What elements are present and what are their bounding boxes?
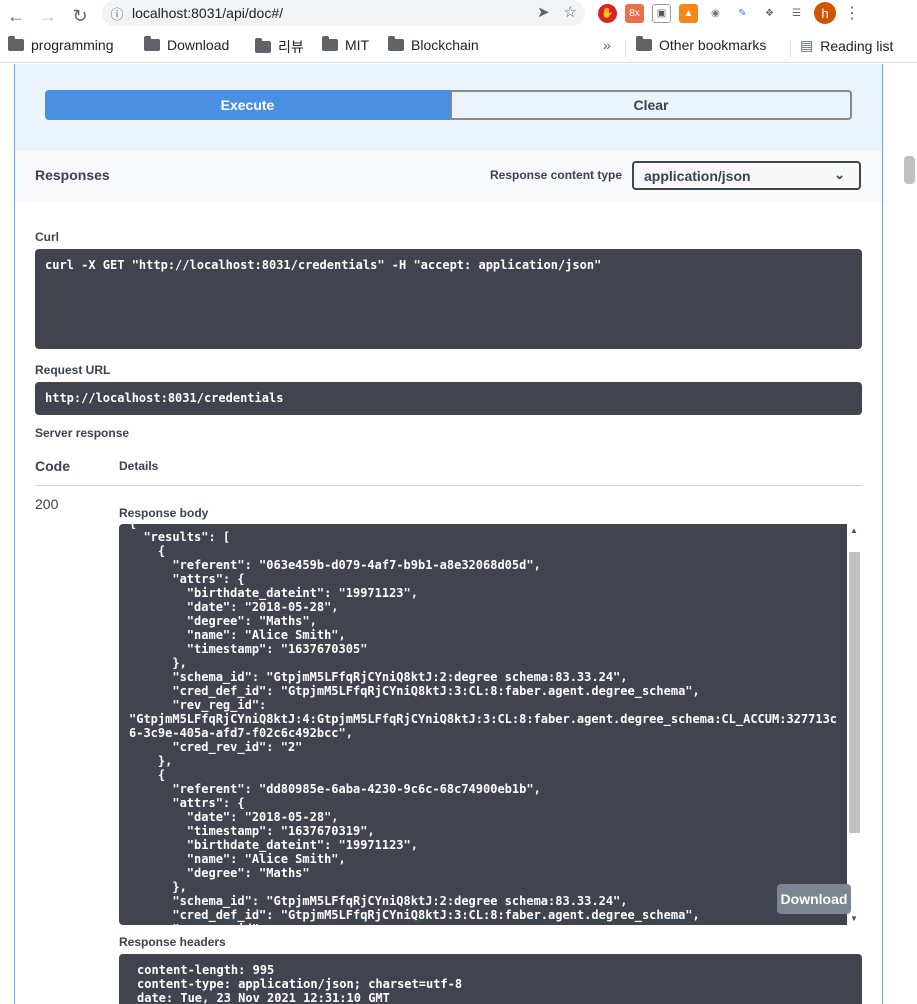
operation-block: Execute Clear Responses Response content… bbox=[14, 64, 883, 1004]
send-icon[interactable]: ➤ bbox=[537, 3, 550, 21]
bookmark-mit[interactable]: MIT bbox=[322, 36, 369, 53]
more-bookmarks-chevron-icon[interactable]: » bbox=[603, 37, 611, 53]
response-headers-label: Response headers bbox=[119, 935, 226, 949]
camera-icon[interactable]: ◉ bbox=[706, 3, 725, 23]
bookmark-programming[interactable]: programming bbox=[8, 36, 113, 53]
curl-command[interactable]: curl -X GET "http://localhost:8031/crede… bbox=[35, 249, 862, 349]
server-response-label: Server response bbox=[35, 426, 130, 440]
extension-icon[interactable]: 8x bbox=[625, 3, 644, 23]
folder-icon bbox=[636, 36, 652, 51]
highlighter-icon[interactable]: ✎ bbox=[733, 3, 752, 23]
star-icon[interactable]: ☆ bbox=[564, 3, 577, 21]
content-type-value: application/json bbox=[644, 167, 751, 184]
page-scroll-thumb[interactable] bbox=[904, 156, 915, 184]
folder-icon bbox=[8, 36, 24, 51]
bookmark-review[interactable]: 리뷰 bbox=[255, 37, 304, 57]
address-bar[interactable]: ⓘ localhost:8031/api/doc#/ ➤ ☆ bbox=[102, 0, 585, 26]
details-header: Details bbox=[119, 459, 159, 473]
download-button[interactable]: Download bbox=[777, 884, 851, 914]
response-body-text[interactable]: { "results": [ { "referent": "063e459b-d… bbox=[129, 524, 847, 925]
execute-button[interactable]: Execute bbox=[45, 90, 450, 120]
url-text[interactable]: localhost:8031/api/doc#/ bbox=[132, 5, 283, 21]
forward-icon[interactable]: → bbox=[32, 0, 64, 33]
responses-header: Responses Response content type applicat… bbox=[15, 150, 882, 202]
info-icon[interactable]: ⓘ bbox=[102, 4, 132, 23]
reload-icon[interactable]: ↻ bbox=[64, 0, 96, 33]
page-scrollbar[interactable] bbox=[902, 64, 917, 1004]
divider bbox=[625, 41, 626, 57]
metamask-icon[interactable]: ▲ bbox=[679, 3, 698, 23]
response-body-label: Response body bbox=[119, 506, 209, 520]
request-url-value[interactable]: http://localhost:8031/credentials bbox=[35, 382, 862, 415]
menu-icon[interactable]: ⋮ bbox=[844, 3, 860, 23]
response-table-header: Code Details bbox=[35, 454, 862, 486]
response-body[interactable]: { "results": [ { "referent": "063e459b-d… bbox=[119, 524, 847, 925]
response-body-scroll-thumb[interactable] bbox=[849, 552, 860, 833]
bookmark-download[interactable]: Download bbox=[144, 36, 229, 53]
screenshot-icon[interactable]: ▣ bbox=[652, 3, 671, 23]
content-type-select[interactable]: application/json ⌄ bbox=[632, 161, 861, 190]
response-headers-text: content-length: 995 content-type: applic… bbox=[137, 963, 463, 1004]
content-type-label: Response content type bbox=[490, 168, 623, 182]
chevron-down-icon: ⌄ bbox=[834, 167, 845, 182]
divider bbox=[790, 41, 791, 57]
folder-icon bbox=[322, 36, 338, 51]
folder-icon bbox=[388, 36, 404, 51]
profile-avatar[interactable]: h bbox=[814, 2, 836, 24]
folder-icon bbox=[255, 38, 271, 53]
bookmarks-bar: programming Download 리뷰 MIT Blockchain »… bbox=[0, 33, 917, 63]
back-icon[interactable]: ← bbox=[0, 0, 32, 33]
scroll-down-arrow-icon[interactable]: ▼ bbox=[850, 914, 858, 923]
response-headers[interactable]: content-length: 995 content-type: applic… bbox=[119, 954, 862, 1004]
browser-toolbar: ← → ↻ ⓘ localhost:8031/api/doc#/ ➤ ☆ ✋ 8… bbox=[0, 0, 917, 33]
swagger-page: Execute Clear Responses Response content… bbox=[0, 64, 917, 1004]
puzzle-icon[interactable]: ❖ bbox=[760, 3, 779, 23]
scroll-up-arrow-icon[interactable]: ▲ bbox=[850, 526, 858, 535]
request-url-label: Request URL bbox=[35, 363, 111, 377]
execute-wrapper: Execute Clear bbox=[45, 90, 852, 120]
response-code: 200 bbox=[35, 496, 59, 512]
media-icon[interactable]: ☰ bbox=[787, 3, 806, 23]
clear-button[interactable]: Clear bbox=[450, 90, 852, 120]
adblock-icon[interactable]: ✋ bbox=[598, 3, 617, 23]
code-header: Code bbox=[35, 458, 70, 474]
reading-list[interactable]: ▤ Reading list bbox=[800, 37, 893, 54]
responses-title: Responses bbox=[35, 167, 110, 183]
other-bookmarks[interactable]: Other bookmarks bbox=[636, 36, 766, 53]
bookmark-blockchain[interactable]: Blockchain bbox=[388, 36, 479, 53]
reading-list-icon: ▤ bbox=[800, 37, 814, 53]
folder-icon bbox=[144, 36, 160, 51]
curl-label: Curl bbox=[35, 230, 59, 244]
